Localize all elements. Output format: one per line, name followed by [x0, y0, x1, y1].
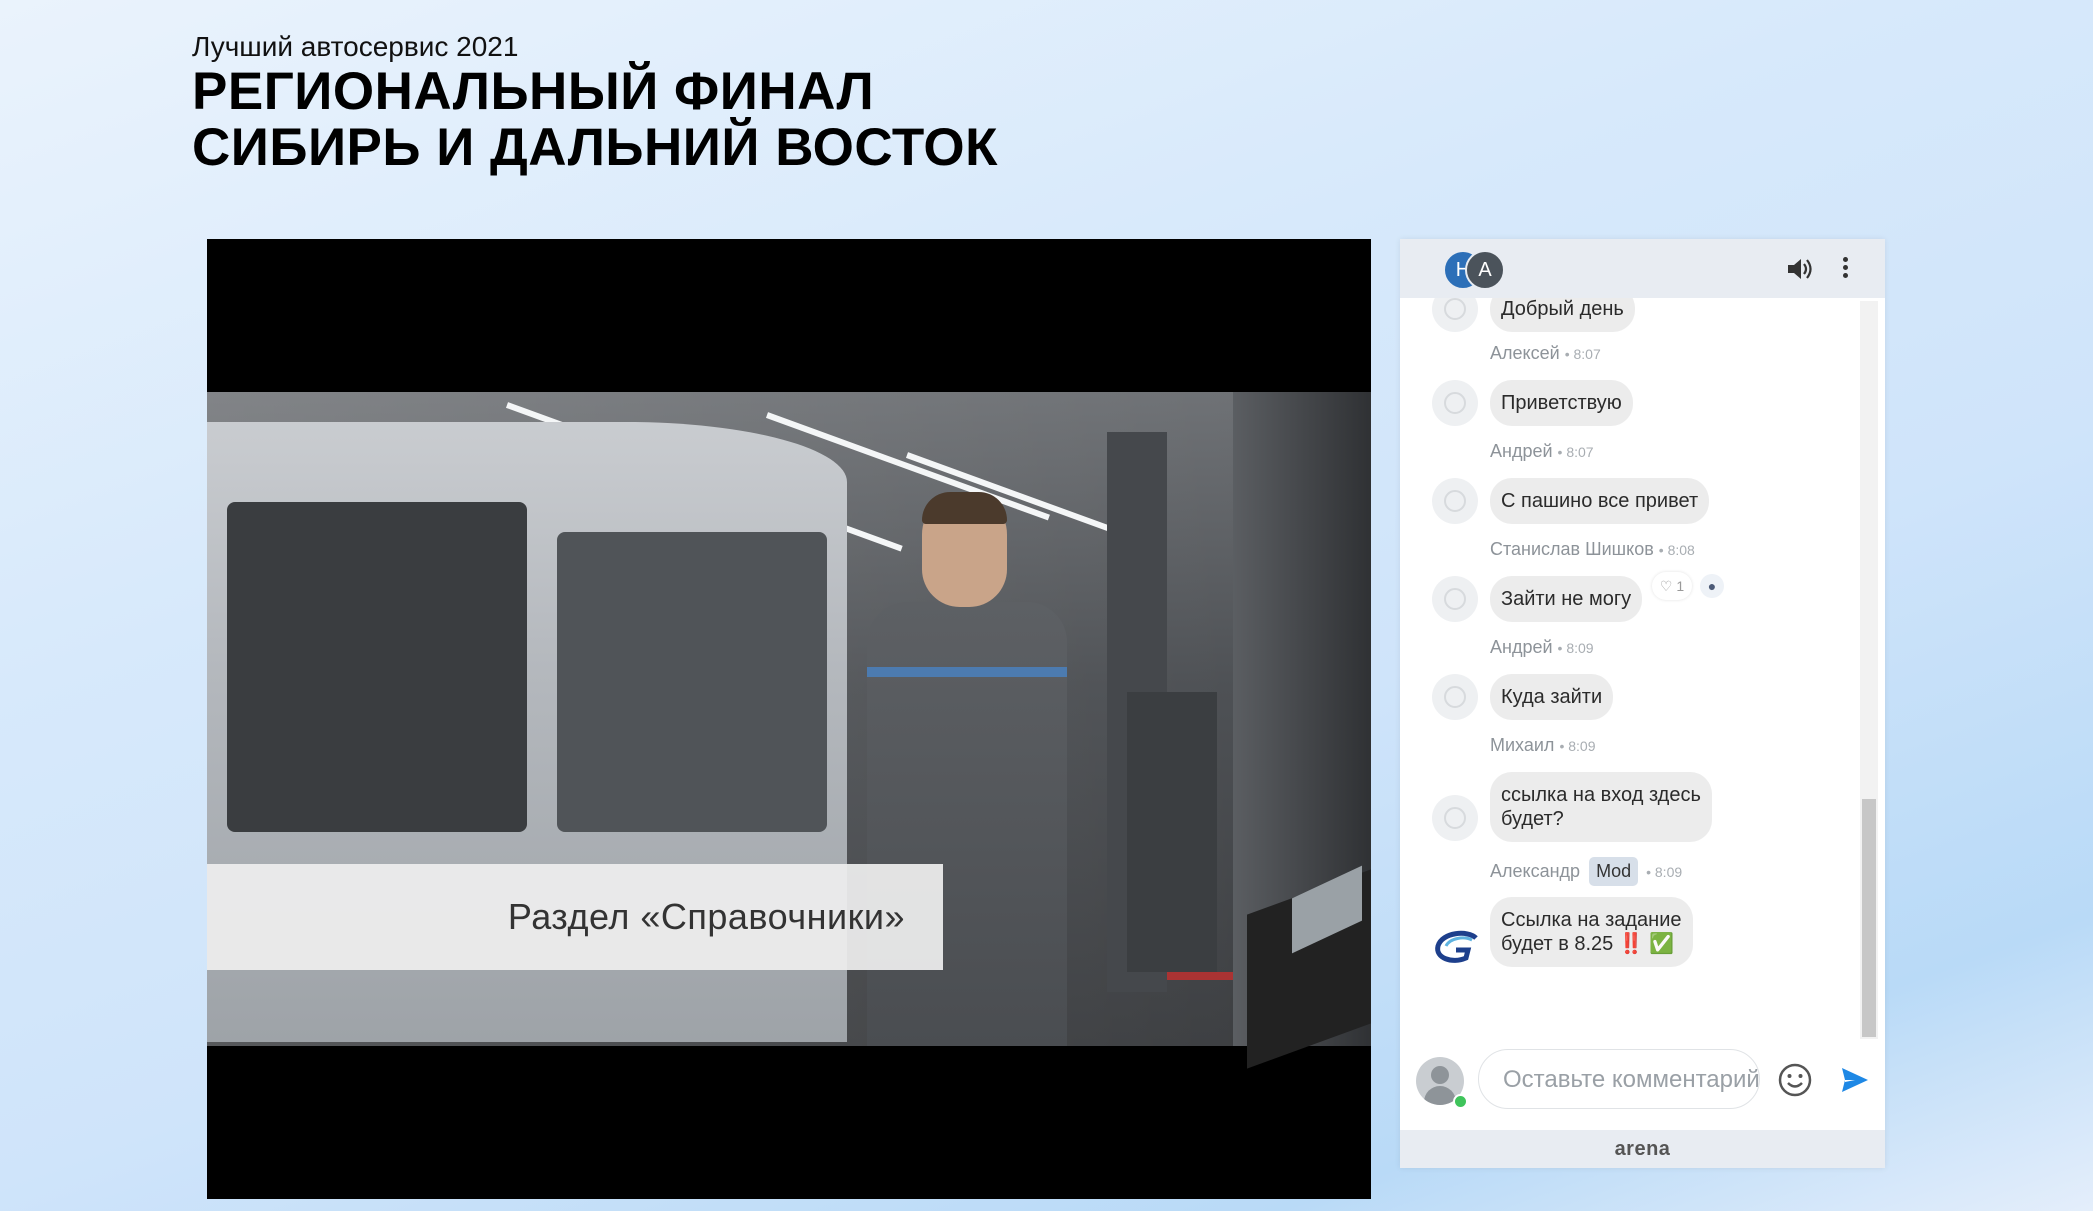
- like-count: 1: [1676, 578, 1685, 594]
- message-meta: Михаил • 8:09: [1490, 735, 1596, 755]
- message-line: Ссылка на задание: [1501, 909, 1682, 931]
- user-avatar: [1432, 795, 1478, 841]
- message-time: 8:07: [1566, 444, 1594, 460]
- scrollbar-thumb[interactable]: [1862, 799, 1876, 1037]
- message-bubble: Ссылка на задание будет в 8.25 ‼️ ✅: [1490, 897, 1693, 967]
- user-icon[interactable]: ●: [1700, 574, 1724, 598]
- message-author: Александр: [1490, 861, 1581, 881]
- message-meta: Андрей • 8:07: [1490, 441, 1594, 461]
- message-line: будет в 8.25 ‼️ ✅: [1501, 933, 1675, 955]
- message-meta: Александр Mod • 8:09: [1490, 857, 1682, 886]
- user-avatar: [1432, 298, 1478, 332]
- video-player[interactable]: Раздел «Справочники»: [207, 239, 1371, 1199]
- more-vertical-icon[interactable]: [1840, 255, 1850, 283]
- moderator-badge: Mod: [1589, 857, 1639, 886]
- message-time: 8:07: [1573, 346, 1601, 362]
- user-avatar: [1432, 380, 1478, 426]
- user-avatar: [1432, 674, 1478, 720]
- chat-widget: Н А Добрый день Алексей • 8:07 Приветств…: [1400, 239, 1885, 1168]
- page-subtitle: Лучший автосервис 2021: [192, 31, 519, 62]
- message-author: Алексей: [1490, 343, 1560, 363]
- message-meta: Андрей • 8:09: [1490, 637, 1594, 657]
- page-title: РЕГИОНАЛЬНЫЙ ФИНАЛ СИБИРЬ И ДАЛЬНИЙ ВОСТ…: [192, 64, 998, 176]
- page-title-line-1: РЕГИОНАЛЬНЫЙ ФИНАЛ: [192, 62, 875, 121]
- participant-avatar[interactable]: А: [1465, 250, 1505, 290]
- brand-logo-avatar: [1435, 930, 1479, 963]
- message-list[interactable]: Добрый день Алексей • 8:07 Приветствую А…: [1400, 298, 1860, 1038]
- message-bubble: Зайти не могу: [1490, 576, 1643, 622]
- message-bubble: Приветствую: [1490, 380, 1633, 426]
- message-time: 8:09: [1568, 738, 1596, 754]
- message-author: Андрей: [1490, 441, 1553, 461]
- message-bubble: Куда зайти: [1490, 674, 1614, 720]
- user-avatar: [1432, 478, 1478, 524]
- message-meta: Станислав Шишков • 8:08: [1490, 539, 1695, 559]
- emoji-icon[interactable]: [1777, 1062, 1813, 1098]
- message-bubble: С пашино все привет: [1490, 478, 1710, 524]
- speaker-icon[interactable]: [1786, 256, 1814, 282]
- message-time: 8:09: [1566, 640, 1594, 656]
- like-reaction[interactable]: ♡ 1: [1652, 572, 1692, 600]
- page-header: Лучший автосервис 2021 РЕГИОНАЛЬНЫЙ ФИНА…: [192, 30, 998, 176]
- message-bubble: ссылка на вход здесь будет?: [1490, 772, 1712, 842]
- message-line: ссылка на вход здесь: [1501, 784, 1701, 806]
- user-avatar: [1432, 576, 1478, 622]
- message-line: будет?: [1501, 808, 1564, 830]
- video-frame: Раздел «Справочники»: [207, 392, 1371, 1069]
- message-author: Станислав Шишков: [1490, 539, 1654, 559]
- chat-header: Н А: [1400, 239, 1885, 298]
- powered-by-brand[interactable]: arena: [1400, 1130, 1885, 1168]
- message-author: Михаил: [1490, 735, 1555, 755]
- message-meta: Алексей • 8:07: [1490, 343, 1601, 363]
- message-author: Андрей: [1490, 637, 1553, 657]
- comment-input[interactable]: Оставьте комментарий: [1478, 1049, 1760, 1109]
- video-caption: Раздел «Справочники»: [207, 864, 943, 970]
- message-time: 8:09: [1654, 864, 1683, 880]
- page-title-line-2: СИБИРЬ И ДАЛЬНИЙ ВОСТОК: [192, 118, 998, 177]
- online-status-dot: [1453, 1094, 1468, 1109]
- message-bubble: Добрый день: [1490, 298, 1635, 332]
- send-icon[interactable]: [1841, 1067, 1869, 1093]
- comment-composer: Оставьте комментарий: [1400, 1039, 1885, 1130]
- message-time: 8:08: [1667, 542, 1695, 558]
